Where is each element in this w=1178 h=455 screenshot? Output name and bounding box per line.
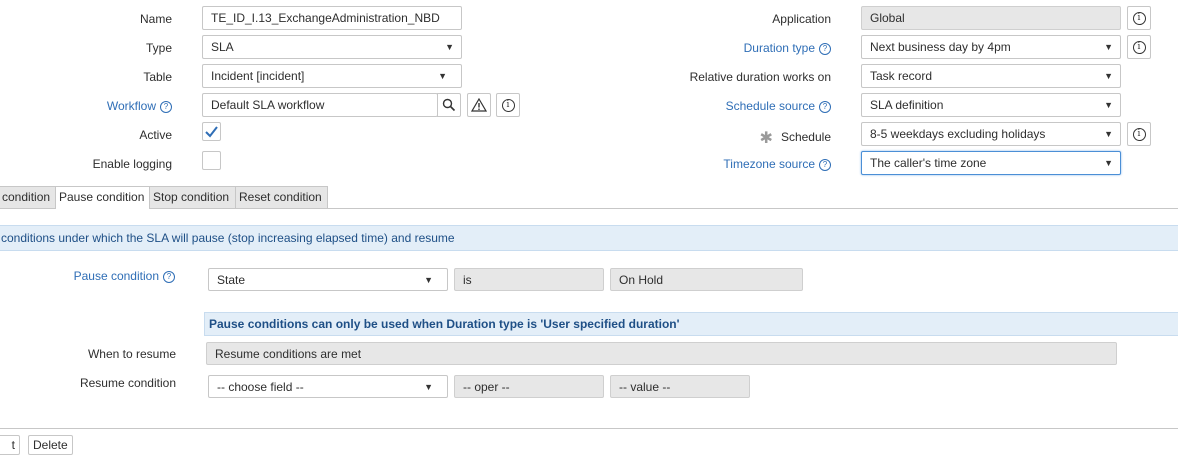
application-label: Application [772,12,831,26]
help-icon[interactable]: ? [819,43,831,55]
workflow-label-text: Workflow [106,99,156,113]
enable-logging-label: Enable logging [92,157,172,171]
chevron-down-icon: ▼ [424,382,433,392]
schedule-label: ✱ Schedule [600,128,831,148]
search-icon [442,98,456,112]
tab-divider [0,208,1178,209]
active-tab-gap [56,207,149,209]
workflow-lookup-button[interactable] [437,93,461,117]
update-button[interactable]: t [0,435,20,455]
schedule-source-value: SLA definition [870,98,944,112]
duration-type-select[interactable]: Next business day by 4pm ▼ [861,35,1121,59]
chevron-down-icon: ▼ [1104,158,1113,168]
tab-pause-condition[interactable]: Pause condition [55,186,150,209]
tab-start-condition[interactable]: condition [0,186,56,208]
chevron-down-icon: ▼ [1104,42,1113,52]
pause-value-field: On Hold [610,268,803,291]
required-icon: ✱ [759,130,773,147]
application-info-button[interactable]: i [1127,6,1151,30]
duration-type-info-button[interactable]: i [1127,35,1151,59]
info-icon: i [1132,40,1146,54]
pause-section-heading: conditions under which the SLA will paus… [0,225,1178,251]
chevron-down-icon: ▼ [1104,100,1113,110]
pause-condition-label-text: Pause condition [73,269,159,283]
help-icon[interactable]: ? [819,101,831,113]
relative-duration-select[interactable]: Task record ▼ [861,64,1121,88]
enable-logging-checkbox[interactable] [202,151,221,170]
timezone-source-select[interactable]: The caller's time zone ▼ [861,151,1121,175]
resume-value-field: -- value -- [610,375,750,398]
schedule-source-label[interactable]: Schedule source? [600,99,831,113]
schedule-source-select[interactable]: SLA definition ▼ [861,93,1121,117]
pause-field-select[interactable]: State ▼ [208,268,448,291]
chevron-down-icon: ▼ [1104,129,1113,139]
pause-warning-banner: Pause conditions can only be used when D… [204,312,1178,336]
duration-type-value: Next business day by 4pm [870,40,1011,54]
tab-reset-condition[interactable]: Reset condition [235,186,328,208]
relative-duration-value: Task record [870,69,933,83]
schedule-label-text: Schedule [780,130,831,144]
when-to-resume-field: Resume conditions are met [206,342,1117,365]
chevron-down-icon: ▼ [445,42,454,52]
pause-condition-label[interactable]: Pause condition? [0,269,175,283]
schedule-info-button[interactable]: i [1127,122,1151,146]
schedule-source-label-text: Schedule source [725,99,815,113]
duration-type-label[interactable]: Duration type? [600,41,831,55]
info-icon: i [1132,11,1146,25]
section-bottom-divider [0,428,1178,429]
resume-operator-field: -- oper -- [454,375,604,398]
chevron-down-icon: ▼ [438,71,447,81]
table-value: Incident [incident] [211,69,305,83]
resume-field-value: -- choose field -- [217,380,304,394]
chevron-down-icon: ▼ [424,275,433,285]
workflow-label[interactable]: Workflow? [0,99,172,113]
workflow-input[interactable]: Default SLA workflow [202,93,438,117]
delete-button[interactable]: Delete [28,435,73,455]
active-checkbox[interactable] [202,122,221,141]
chevron-down-icon: ▼ [1104,71,1113,81]
info-icon: i [1132,127,1146,141]
timezone-source-label[interactable]: Timezone source? [600,157,831,171]
type-select[interactable]: SLA ▼ [202,35,462,59]
timezone-source-label-text: Timezone source [723,157,815,171]
name-input[interactable]: TE_ID_I.13_ExchangeAdministration_NBD [202,6,462,30]
resume-field-select[interactable]: -- choose field -- ▼ [208,375,448,398]
table-label: Table [143,70,172,84]
name-label: Name [139,12,172,26]
help-icon[interactable]: ? [163,271,175,283]
timezone-source-value: The caller's time zone [870,156,987,170]
help-icon[interactable]: ? [160,101,172,113]
workflow-info-button[interactable]: i [496,93,520,117]
info-icon: i [501,98,515,112]
workflow-warning-button[interactable] [467,93,491,117]
type-value: SLA [211,40,234,54]
application-input: Global [861,6,1121,30]
tab-stop-condition[interactable]: Stop condition [149,186,236,208]
relative-duration-label: Relative duration works on [689,70,831,84]
help-icon[interactable]: ? [819,159,831,171]
pause-field-value: State [217,273,246,287]
duration-type-label-text: Duration type [743,41,815,55]
when-to-resume-label: When to resume [87,347,176,361]
check-icon [205,126,218,138]
schedule-value: 8-5 weekdays excluding holidays [870,127,1046,141]
type-label: Type [145,41,172,55]
warning-icon [471,98,487,112]
schedule-select[interactable]: 8-5 weekdays excluding holidays ▼ [861,122,1121,146]
resume-condition-label: Resume condition [79,376,176,390]
table-select[interactable]: Incident [incident] ▼ [202,64,462,88]
pause-operator-field: is [454,268,604,291]
active-label: Active [139,128,172,142]
